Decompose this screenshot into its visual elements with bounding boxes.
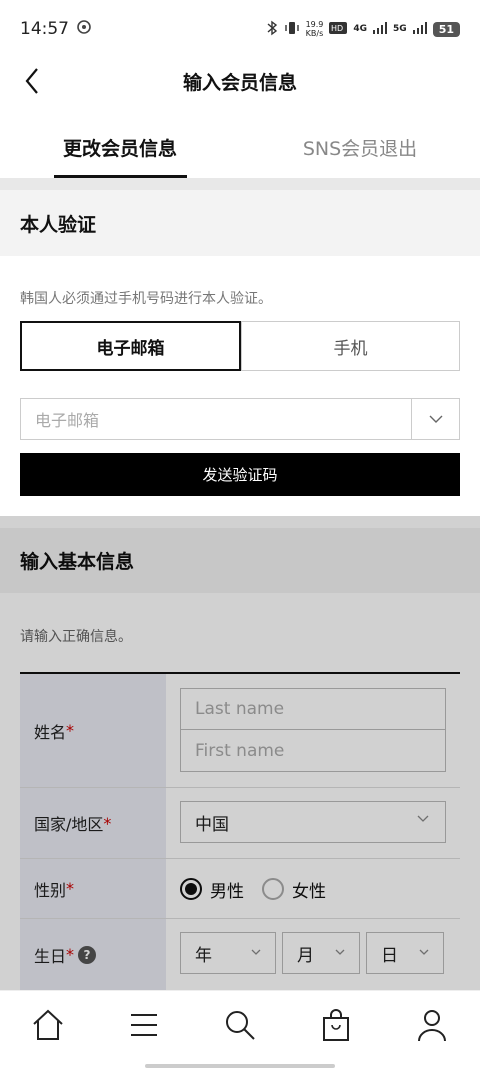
verify-hint: 韩国人必须通过手机号码进行本人验证。: [20, 291, 272, 307]
birth-year-select[interactable]: 年: [180, 932, 276, 974]
gender-label: 性别 *: [20, 859, 166, 918]
bluetooth-icon: [266, 20, 278, 39]
basic-hint: 请输入正确信息。: [20, 629, 132, 645]
form-row-country: 国家/地区 * 中国: [20, 788, 460, 859]
email-domain-dropdown[interactable]: [411, 399, 459, 439]
last-name-input[interactable]: Last name: [180, 688, 446, 730]
verify-email-option[interactable]: 电子邮箱: [20, 321, 241, 371]
signal-bars-icon: [412, 21, 427, 37]
menu-icon: [131, 1013, 157, 1036]
home-indicator: [145, 1064, 335, 1068]
signal-bars-icon: [373, 21, 388, 37]
form-row-birthday: 生日 * ? 年 月 日: [20, 919, 460, 991]
app-header: 输入会员信息: [0, 58, 480, 104]
form-row-gender: 性别 * 男性 女性: [20, 859, 460, 919]
gender-female-radio[interactable]: 女性: [262, 877, 326, 902]
user-icon: [418, 1009, 446, 1041]
back-button[interactable]: [16, 64, 48, 98]
country-select[interactable]: 中国: [180, 801, 446, 843]
first-name-input[interactable]: First name: [180, 730, 446, 772]
nav-account[interactable]: [407, 1000, 457, 1050]
birth-month-select[interactable]: 月: [282, 932, 360, 974]
hd-icon: HD: [329, 21, 348, 38]
battery-indicator: 51: [432, 21, 460, 37]
chevron-down-icon: [429, 415, 442, 423]
app-notification-icon: [77, 19, 91, 39]
chevron-down-icon: [251, 949, 261, 955]
signal-5g: 5G: [393, 24, 407, 34]
signal-4g: 4G: [353, 24, 368, 34]
form-row-name: 姓名 * Last name First name: [20, 674, 460, 788]
vibrate-icon: [284, 21, 300, 38]
birth-day-select[interactable]: 日: [366, 932, 444, 974]
chevron-down-icon: [419, 949, 429, 955]
verify-method-toggle: 电子邮箱 手机: [20, 321, 460, 371]
chevron-down-icon: [417, 815, 429, 822]
back-arrow-icon: [25, 68, 38, 94]
basic-section-title: 输入基本信息: [0, 528, 480, 593]
member-form: 姓名 * Last name First name 国家/地区 * 中国 性别 * 男…: [20, 672, 460, 991]
tab-bar: 更改会员信息 SNS会员退出: [0, 120, 480, 178]
verify-phone-option[interactable]: 手机: [241, 321, 460, 371]
bottom-nav: [0, 990, 480, 1070]
home-icon: [33, 1009, 63, 1040]
nav-search[interactable]: [215, 1000, 265, 1050]
search-icon: [226, 1010, 255, 1040]
section-divider: [0, 178, 480, 190]
birthday-label: 生日 * ?: [20, 919, 166, 990]
country-label: 国家/地区 *: [20, 788, 166, 858]
page-title: 输入会员信息: [182, 71, 297, 94]
nav-cart[interactable]: [311, 1000, 361, 1050]
svg-text:HD: HD: [331, 24, 343, 33]
status-time: 14:57: [20, 19, 69, 39]
chevron-down-icon: [335, 949, 345, 955]
radio-unselected-icon: [262, 878, 284, 900]
nav-menu[interactable]: [119, 1000, 169, 1050]
name-label: 姓名 *: [20, 674, 166, 787]
tab-sns-withdraw[interactable]: SNS会员退出: [240, 120, 480, 178]
email-input[interactable]: 电子邮箱: [21, 399, 411, 439]
nav-home[interactable]: [23, 1000, 73, 1050]
verify-section-title: 本人验证: [0, 190, 480, 256]
status-bar: 14:57 19.9 KB/s HD 4G 5G 51: [0, 0, 480, 58]
send-code-button[interactable]: 发送验证码: [20, 453, 460, 496]
gender-male-radio[interactable]: 男性: [180, 877, 244, 902]
email-field[interactable]: 电子邮箱: [20, 398, 460, 440]
radio-selected-icon: [180, 878, 202, 900]
help-icon[interactable]: ?: [78, 945, 97, 964]
tab-edit-member-info[interactable]: 更改会员信息: [0, 120, 240, 178]
shopping-bag-icon: [323, 1008, 349, 1041]
net-speed: 19.9 KB/s: [305, 20, 324, 38]
